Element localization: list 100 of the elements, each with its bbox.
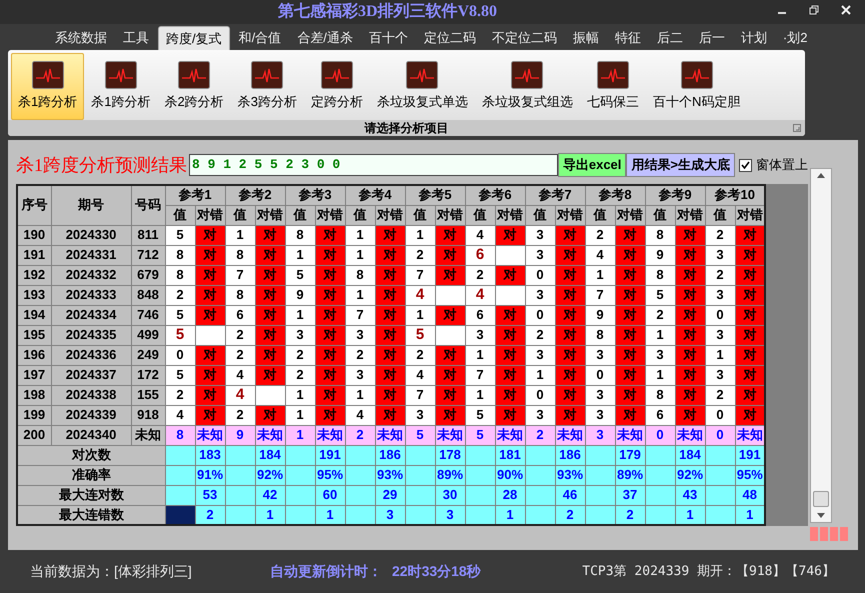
analysis-option-button[interactable]: 杀1跨分析 — [11, 53, 84, 120]
menu-tab[interactable]: 合差/通杀 — [290, 26, 360, 50]
table-cell: 3 — [525, 405, 555, 425]
table-cell: 最大连错数 — [17, 505, 165, 525]
table-cell: 0 — [705, 425, 735, 445]
column-header: 对错 — [555, 205, 585, 225]
table-cell: 对 — [375, 325, 405, 345]
scrollbar[interactable] — [810, 168, 832, 523]
heartbeat-icon — [406, 61, 438, 90]
table-cell: 1 — [525, 365, 555, 385]
menu-tab[interactable]: 后一 — [692, 26, 732, 50]
table-cell: 3 — [435, 505, 465, 525]
menu-tab[interactable]: 定位二码 — [416, 26, 483, 50]
menu-tab[interactable]: 系统数据 — [48, 26, 114, 50]
close-icon[interactable] — [841, 5, 851, 15]
table-cell: 0 — [165, 345, 195, 365]
analysis-option-button[interactable]: 杀1跨分析 — [84, 53, 158, 120]
analysis-option-button[interactable]: 定跨分析 — [304, 53, 370, 120]
table-cell: 对 — [735, 385, 765, 405]
table-cell: 对 — [255, 265, 285, 285]
table-cell: 195 — [17, 325, 51, 345]
table-cell: 7 — [405, 265, 435, 285]
table-cell: 对 — [495, 345, 525, 365]
table-cell: 155 — [131, 385, 165, 405]
menu-tab[interactable]: 不定位二码 — [484, 26, 564, 50]
table-cell: 对 — [375, 285, 405, 305]
menu-tab[interactable]: 工具 — [116, 26, 156, 50]
table-cell: 对 — [255, 305, 285, 325]
latest-draw-label: TCP3第 2024339 期开：【918】【746】 — [582, 562, 835, 581]
table-cell: 8 — [345, 265, 375, 285]
heartbeat-icon — [320, 61, 353, 90]
table-cell: 对 — [195, 345, 225, 365]
table-cell: 未知 — [735, 425, 765, 445]
menu-tab[interactable]: 特征 — [608, 26, 648, 50]
menu-tab[interactable]: 和/合值 — [232, 26, 288, 50]
table-cell: 0 — [645, 425, 675, 445]
table-cell: 1 — [465, 385, 495, 405]
column-header: 对错 — [615, 205, 645, 225]
table-cell: 对 — [735, 405, 765, 425]
analysis-option-button[interactable]: 杀2跨分析 — [157, 53, 231, 120]
table-cell: 3 — [345, 325, 375, 345]
table-cell: 对 — [375, 405, 405, 425]
pin-on-top-checkbox[interactable] — [739, 158, 752, 172]
table-cell: 对 — [495, 225, 525, 245]
column-header: 期号 — [51, 185, 131, 225]
table-cell: 4 — [225, 385, 255, 405]
table-cell: 9 — [585, 305, 615, 325]
table-cell: 7 — [225, 265, 255, 285]
menu-tab[interactable]: ·划2 — [776, 26, 814, 50]
table-cell: 1 — [735, 505, 765, 525]
table-cell: 8 — [645, 225, 675, 245]
menu-tab[interactable]: 后二 — [650, 26, 690, 50]
menu-tab[interactable]: 百十个 — [362, 26, 415, 50]
export-button[interactable]: 导出excel — [558, 153, 626, 177]
table-cell: 7 — [345, 305, 375, 325]
table-cell — [465, 465, 495, 485]
table-cell: 9 — [645, 245, 675, 265]
menu-tab[interactable]: 计划 — [734, 26, 774, 50]
table-cell: 对 — [735, 285, 765, 305]
menu-tab[interactable]: 跨度/复式 — [158, 26, 230, 50]
table-cell — [585, 505, 615, 525]
table-cell: 对 — [675, 405, 705, 425]
table-cell: 对 — [495, 305, 525, 325]
table-cell — [405, 485, 435, 505]
column-header: 参考8 — [585, 185, 645, 205]
restore-icon[interactable] — [809, 5, 819, 15]
column-header: 对错 — [195, 205, 225, 225]
table-cell: 4 — [345, 405, 375, 425]
scroll-up-icon[interactable] — [817, 173, 825, 178]
table-cell: 2 — [345, 425, 375, 445]
table-cell: 9 — [285, 285, 315, 305]
table-cell: 3 — [705, 325, 735, 345]
table-cell: 46 — [555, 485, 585, 505]
table-cell: 对 — [435, 385, 465, 405]
table-cell: 未知 — [615, 425, 645, 445]
analysis-option-button[interactable]: 百十个N码定胆 — [646, 53, 748, 120]
analysis-option-button[interactable]: 杀3跨分析 — [230, 53, 304, 120]
analysis-option-button[interactable]: 七码保三 — [580, 53, 646, 120]
scroll-thumb[interactable] — [813, 491, 829, 507]
column-header: 对错 — [435, 205, 465, 225]
table-cell: 对 — [315, 285, 345, 305]
column-header: 参考3 — [285, 185, 345, 205]
table-cell: 对 — [615, 365, 645, 385]
table-cell: 95% — [315, 465, 345, 485]
table-cell — [705, 505, 735, 525]
analysis-option-button[interactable]: 杀垃圾复式组选 — [474, 53, 580, 120]
generate-button[interactable]: 用结果>生成大底 — [626, 153, 735, 177]
table-cell: 对 — [435, 365, 465, 385]
expand-icon[interactable] — [793, 124, 801, 132]
column-header: 值 — [225, 205, 255, 225]
countdown-label: 自动更新倒计时： — [270, 562, 382, 581]
result-field[interactable]: 8 9 1 2 5 5 2 3 0 0 — [189, 154, 558, 176]
menu-tab[interactable]: 振幅 — [566, 26, 606, 50]
table-cell — [585, 465, 615, 485]
table-cell: 1 — [645, 365, 675, 385]
table-cell: 对 — [195, 365, 225, 385]
table-cell: 7 — [585, 285, 615, 305]
analysis-option-button[interactable]: 杀垃圾复式单选 — [370, 53, 475, 120]
scroll-down-icon[interactable] — [817, 513, 825, 518]
table-cell: 对 — [675, 225, 705, 245]
